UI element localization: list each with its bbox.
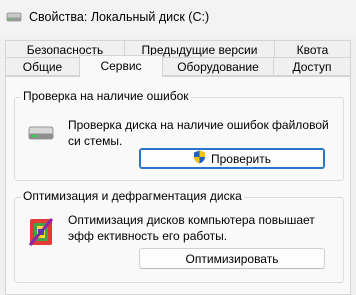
uac-shield-icon xyxy=(193,150,206,167)
tab-general[interactable]: Общие xyxy=(5,57,80,76)
error-check-title: Проверка на наличие ошибок xyxy=(21,89,191,103)
drive-icon xyxy=(28,125,54,141)
tab-label: Сервис xyxy=(100,59,142,73)
error-check-description: Проверка диска на наличие ошибок файлово… xyxy=(68,118,329,148)
tab-label: Квота xyxy=(296,43,329,57)
title-bar: Свойства: Локальный диск (C:) xyxy=(0,0,356,36)
optimize-button-label: Оптимизировать xyxy=(185,251,279,266)
window-title: Свойства: Локальный диск (C:) xyxy=(29,10,210,24)
tab-hardware[interactable]: Оборудование xyxy=(162,57,274,76)
optimize-description: Оптимизация дисков компьютера повышает э… xyxy=(68,213,315,243)
defrag-icon xyxy=(28,217,54,247)
tab-label: Доступ xyxy=(292,60,332,74)
optimize-group: Оптимизация и дефрагментация диска Оптим… xyxy=(14,189,344,283)
optimize-button[interactable]: Оптимизировать xyxy=(139,248,325,269)
check-button[interactable]: Проверить xyxy=(139,148,325,169)
tab-label: Оборудование xyxy=(177,60,259,74)
tab-service[interactable]: Сервис xyxy=(79,55,163,77)
check-button-label: Проверить xyxy=(210,151,271,166)
optimize-title: Оптимизация и дефрагментация диска xyxy=(21,189,244,203)
error-check-group: Проверка на наличие ошибок Проверка диск… xyxy=(14,89,344,181)
tab-label: Общие xyxy=(22,60,63,74)
tab-sharing[interactable]: Доступ xyxy=(273,57,351,76)
drive-icon xyxy=(6,11,22,23)
tab-panel: Проверка на наличие ошибок Проверка диск… xyxy=(5,76,351,295)
